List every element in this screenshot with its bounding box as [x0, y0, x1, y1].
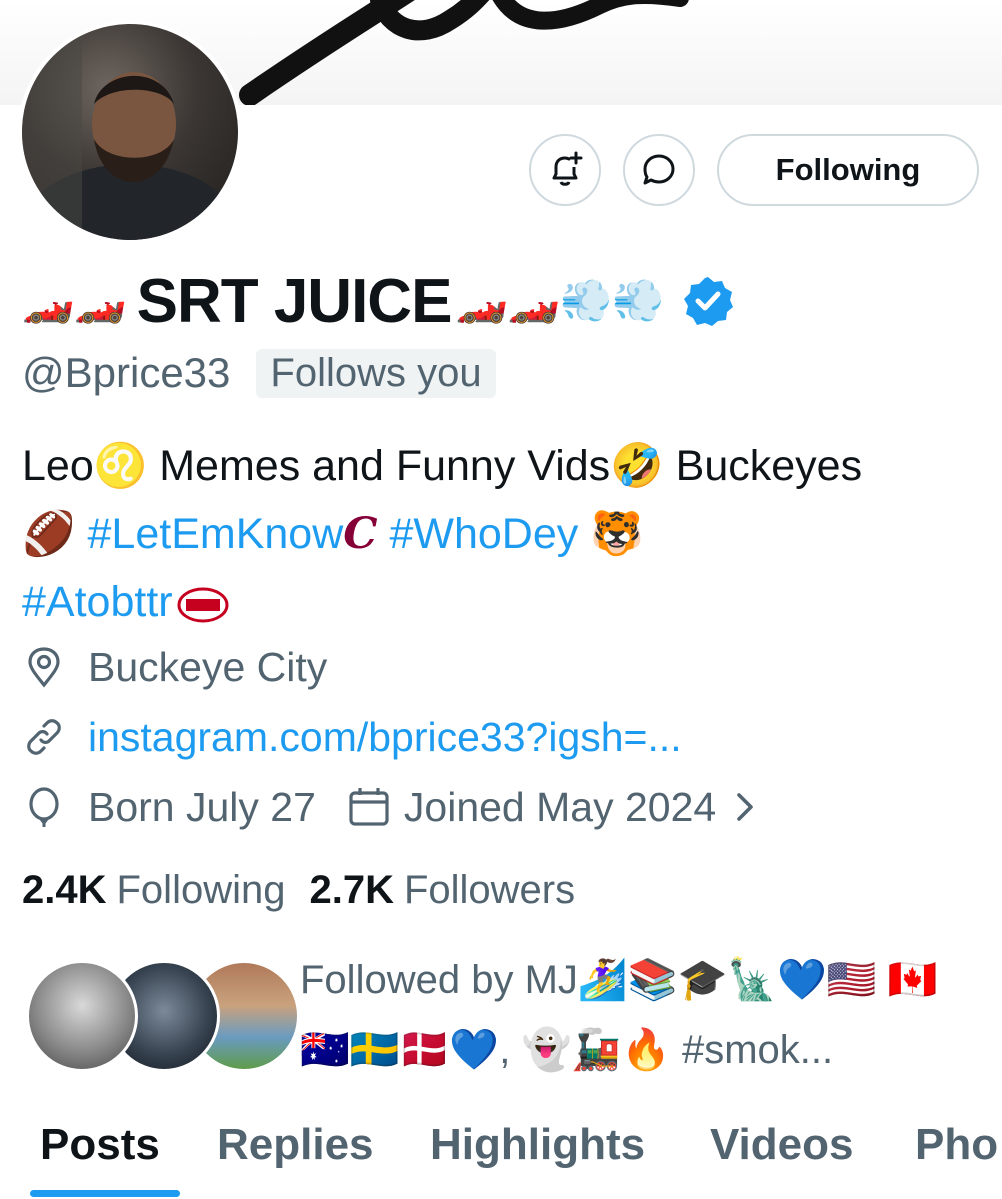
website-row: instagram.com/bprice33?igsh=... — [22, 709, 682, 765]
location-pin-icon — [28, 647, 60, 688]
reds-logo-icon — [177, 587, 229, 623]
following-count[interactable]: 2.4K — [22, 868, 107, 913]
bell-plus-icon — [552, 151, 583, 186]
link-icon — [27, 719, 61, 755]
bio-line-2: 🏈 #LetEmKnowC #WhoDey 🐯 — [22, 500, 990, 568]
profile-tabs: Posts Replies Highlights Videos Pho — [0, 1110, 1002, 1199]
profile-bio: Leo♌️ Memes and Funny Vids🤣 Buckeyes 🏈 #… — [22, 432, 990, 636]
chat-bubble-icon — [643, 154, 675, 185]
display-name-row: 🏎️🏎️ SRT JUICE 🏎️🏎️💨💨 — [22, 266, 735, 336]
name-suffix-emoji: 🏎️🏎️💨💨 — [455, 276, 665, 324]
active-tab-indicator — [30, 1190, 180, 1197]
followers-count-label[interactable]: Followers — [404, 868, 575, 913]
following-button[interactable]: Following — [717, 134, 979, 206]
followed-by-prefix: Followed by — [300, 958, 514, 1002]
display-name: SRT JUICE — [136, 266, 453, 336]
balloon-icon — [29, 787, 59, 827]
born-text: Born July 27 — [88, 783, 316, 830]
location-row: Buckeye City — [22, 639, 327, 695]
following-button-label: Following — [775, 152, 921, 187]
name-prefix-emoji: 🏎️🏎️ — [22, 276, 127, 324]
followed-by-text[interactable]: Followed by MJ🏄‍♀️📚🎓🗽💙🇺🇸 🇨🇦🇦🇺🇸🇪🇩🇰💙, 👻🚂🔥 … — [300, 945, 980, 1085]
following-count-label[interactable]: Following — [117, 868, 286, 913]
mutual-followers-avatars[interactable] — [26, 960, 300, 1072]
tab-highlights[interactable]: Highlights — [430, 1120, 645, 1170]
profile-avatar[interactable] — [18, 20, 242, 244]
tab-posts[interactable]: Posts — [40, 1120, 160, 1170]
calendar-icon — [349, 788, 389, 826]
tab-videos[interactable]: Videos — [710, 1120, 853, 1170]
followers-count[interactable]: 2.7K — [309, 868, 394, 913]
hashtag-link[interactable]: #WhoDey — [389, 510, 578, 558]
joined-text[interactable]: Joined May 2024 — [404, 784, 716, 831]
location-text: Buckeye City — [88, 643, 328, 690]
bio-line-3: #Atobttr — [22, 568, 990, 636]
follows-you-badge: Follows you — [256, 348, 496, 398]
tab-photos[interactable]: Pho — [915, 1120, 998, 1170]
follow-counts: 2.4K Following 2.7K Followers — [22, 860, 599, 920]
user-handle: @Bprice33 — [22, 349, 231, 396]
notify-button[interactable] — [529, 134, 601, 206]
hashtag-link[interactable]: #LetEmKnow — [88, 510, 344, 558]
website-link[interactable]: instagram.com/bprice33?igsh=... — [88, 714, 682, 761]
tab-replies[interactable]: Replies — [217, 1120, 374, 1170]
mutual-follower-avatar — [26, 960, 138, 1072]
bio-text: Leo♌️ Memes and Funny Vids🤣 Buckeyes — [22, 442, 863, 490]
chevron-right-icon[interactable] — [730, 785, 760, 829]
bio-line-1: Leo♌️ Memes and Funny Vids🤣 Buckeyes — [22, 432, 990, 500]
bio-text — [378, 510, 390, 558]
avatar-photo — [22, 24, 238, 240]
message-button[interactable] — [623, 134, 695, 206]
dates-row: Born July 27 Joined May 2024 — [22, 779, 760, 835]
handle-row: @Bprice33 Follows you — [22, 345, 496, 401]
bio-text: 🏈 — [22, 510, 88, 558]
bio-text: 🐯 — [578, 510, 644, 558]
verified-badge-icon[interactable] — [681, 274, 735, 328]
cavs-logo-icon: C — [343, 509, 378, 559]
hashtag-link[interactable]: #Atobttr — [22, 578, 173, 626]
